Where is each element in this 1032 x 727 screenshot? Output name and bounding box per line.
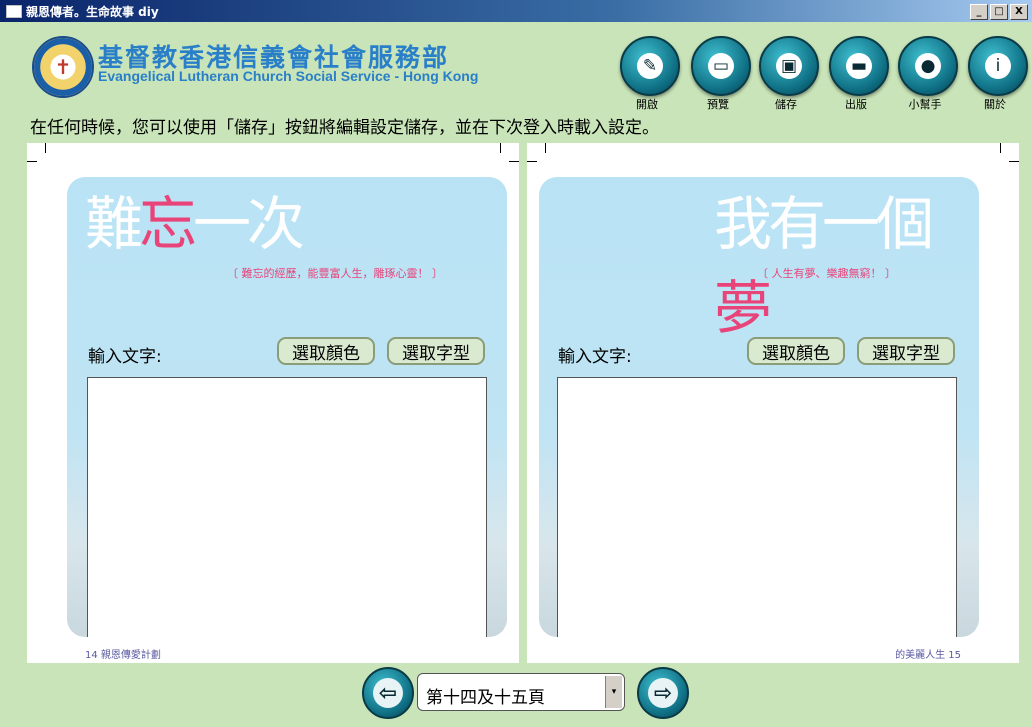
left-page-folio: 14 親恩傳愛計劃 <box>85 650 161 661</box>
right-page-folio: 的美麗人生 15 <box>895 650 961 661</box>
minimize-button[interactable]: _ <box>970 4 988 20</box>
org-name-english: Evangelical Lutheran Church Social Servi… <box>98 68 479 84</box>
left-text-input[interactable] <box>87 377 487 637</box>
left-page-card: 難忘一次 〔 難忘的經歷，能豐富人生，雕琢心靈！ 〕 輸入文字: 選取顏色 選取… <box>67 177 507 637</box>
organization-logo: ✝ <box>32 36 94 98</box>
left-page: 難忘一次 〔 難忘的經歷，能豐富人生，雕琢心靈！ 〕 輸入文字: 選取顏色 選取… <box>27 143 519 663</box>
left-page-title: 難忘一次 <box>85 190 305 258</box>
title-bar: 親恩傳者。生命故事 diy _ □ X <box>0 0 1032 22</box>
pencil-icon: ✎ <box>637 53 663 79</box>
open-label: 開啟 <box>636 98 658 111</box>
page-select-value: 第十四及十五頁 <box>426 688 545 708</box>
right-text-input[interactable] <box>557 377 957 637</box>
helper-icon: ● <box>915 53 941 79</box>
maximize-button[interactable]: □ <box>990 4 1008 20</box>
right-select-font-button[interactable]: 選取字型 <box>857 337 955 365</box>
about-button[interactable]: i <box>968 36 1028 96</box>
window-title: 親恩傳者。生命故事 diy <box>26 5 159 19</box>
left-input-label: 輸入文字: <box>88 347 162 367</box>
publish-label: 出版 <box>845 98 867 111</box>
arrow-right-icon: ⇨ <box>648 678 678 708</box>
preview-button[interactable]: ▭ <box>691 36 751 96</box>
instruction-text: 在任何時候，您可以使用「儲存」按鈕將編輯設定儲存，並在下次登入時載入設定。 <box>30 118 659 138</box>
right-page-subtitle: 〔 人生有夢、樂趣無窮！ 〕 <box>757 267 896 280</box>
right-page: 我有一個夢 〔 人生有夢、樂趣無窮！ 〕 輸入文字: 選取顏色 選取字型 的美麗… <box>527 143 1019 663</box>
helper-label: 小幫手 <box>908 98 942 111</box>
floppy-disk-icon: ▣ <box>776 53 802 79</box>
info-icon: i <box>985 53 1011 79</box>
save-button[interactable]: ▣ <box>759 36 819 96</box>
right-input-label: 輸入文字: <box>558 347 632 367</box>
helper-button[interactable]: ● <box>898 36 958 96</box>
right-select-color-button[interactable]: 選取顏色 <box>747 337 845 365</box>
app-icon <box>6 5 22 18</box>
save-label: 儲存 <box>775 98 797 111</box>
arrow-left-icon: ⇦ <box>373 678 403 708</box>
page-select[interactable]: 第十四及十五頁 ▾ <box>417 673 625 711</box>
left-page-subtitle: 〔 難忘的經歷，能豐富人生，雕琢心靈！ 〕 <box>227 267 443 280</box>
preview-label: 預覽 <box>707 98 729 111</box>
right-page-title: 我有一個夢 <box>714 190 934 342</box>
tray-icon: ▬ <box>846 53 872 79</box>
open-button[interactable]: ✎ <box>620 36 680 96</box>
publish-button[interactable]: ▬ <box>829 36 889 96</box>
previous-page-button[interactable]: ⇦ <box>362 667 414 719</box>
right-page-card: 我有一個夢 〔 人生有夢、樂趣無窮！ 〕 輸入文字: 選取顏色 選取字型 <box>539 177 979 637</box>
close-button[interactable]: X <box>1010 4 1028 20</box>
left-select-color-button[interactable]: 選取顏色 <box>277 337 375 365</box>
chevron-down-icon[interactable]: ▾ <box>605 676 622 708</box>
left-select-font-button[interactable]: 選取字型 <box>387 337 485 365</box>
monitor-icon: ▭ <box>708 53 734 79</box>
cross-icon: ✝ <box>54 55 72 79</box>
about-label: 關於 <box>984 98 1006 111</box>
next-page-button[interactable]: ⇨ <box>637 667 689 719</box>
